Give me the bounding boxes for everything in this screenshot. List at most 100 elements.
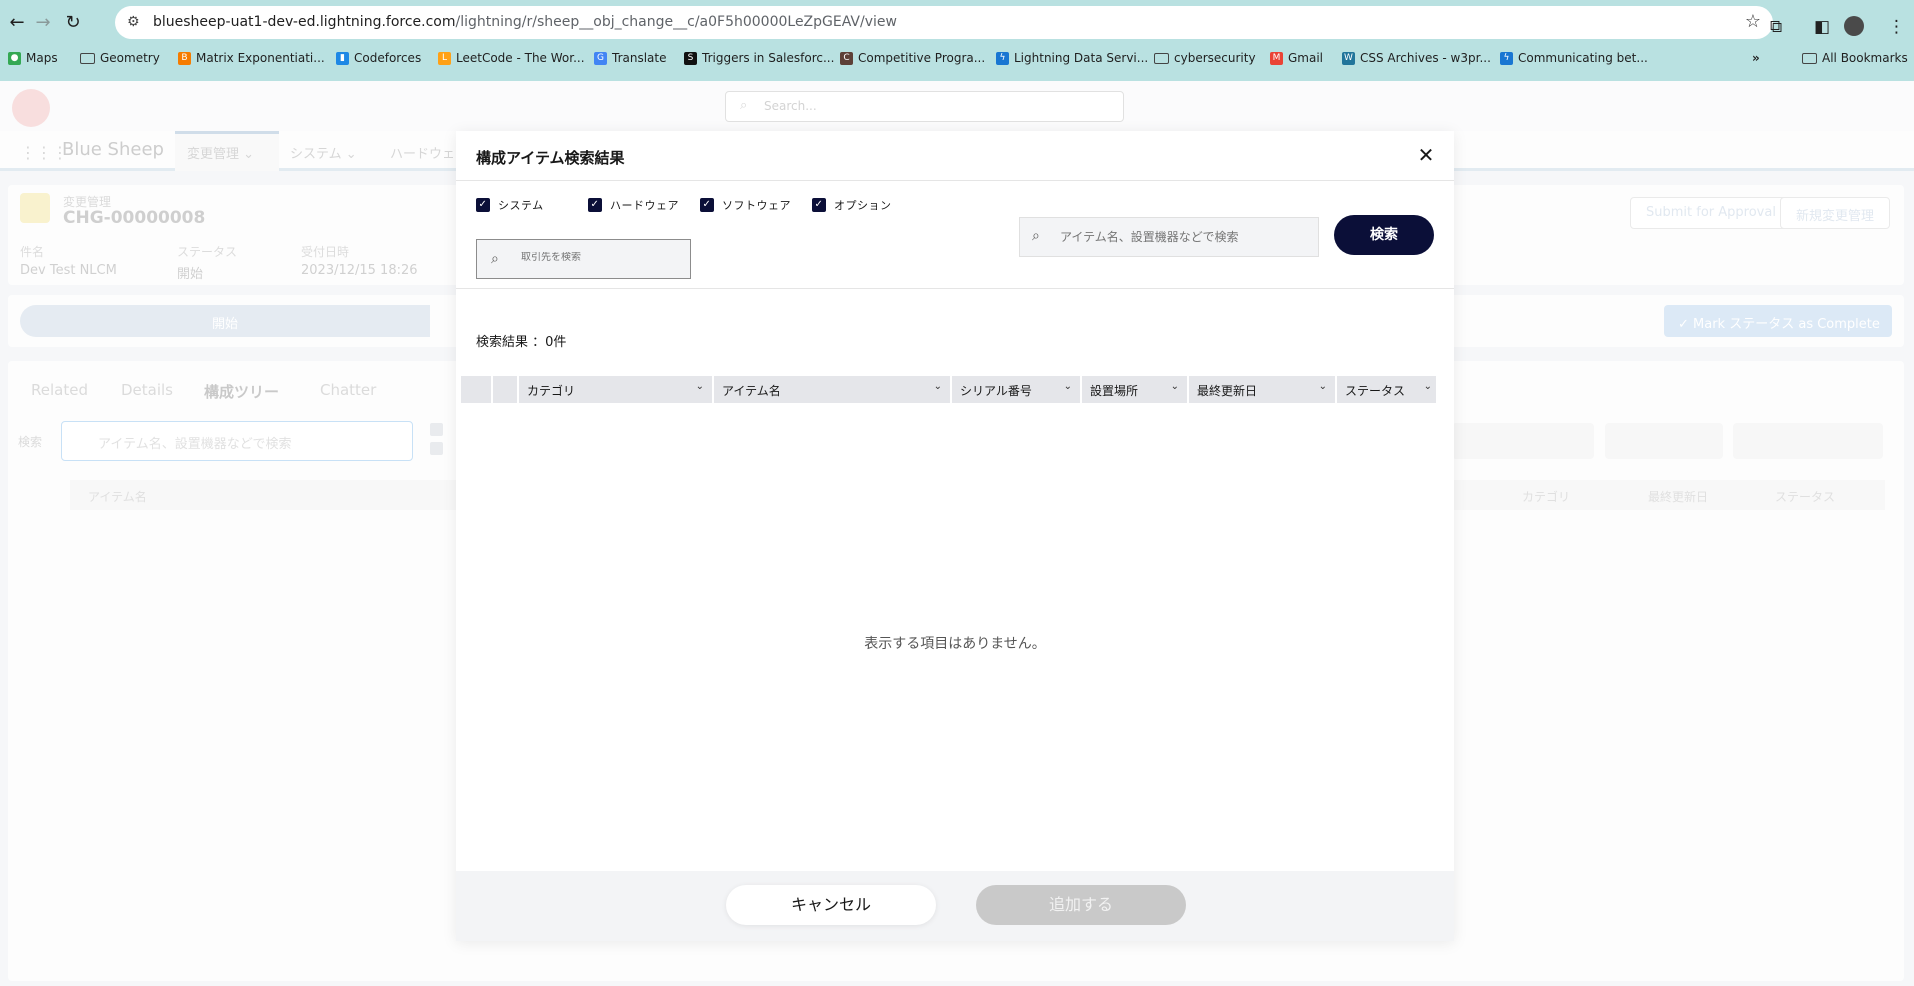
bookmark-matrix[interactable]: B Matrix Exponentiati... bbox=[178, 51, 325, 65]
add-button[interactable]: 追加する bbox=[976, 885, 1186, 925]
bookmark-triggers[interactable]: S Triggers in Salesforc... bbox=[684, 51, 834, 65]
folder-icon bbox=[80, 52, 95, 64]
bookmark-competitive[interactable]: C Competitive Progra... bbox=[840, 51, 985, 65]
row-number-column bbox=[461, 376, 493, 403]
checkbox-hardware[interactable]: ✓ ハードウェア bbox=[588, 197, 679, 213]
bookmark-label: Communicating bet... bbox=[1518, 51, 1648, 65]
bookmark-lightning[interactable]: ϟ Lightning Data Servi... bbox=[996, 51, 1148, 65]
item-search-input[interactable] bbox=[1060, 230, 1310, 244]
result-count: 検索結果 ：0件 bbox=[476, 335, 567, 350]
chevron-down-icon[interactable]: ⌄ bbox=[1424, 381, 1432, 392]
bookmark-css[interactable]: W CSS Archives - w3pr... bbox=[1342, 51, 1491, 65]
bookmark-codeforces[interactable]: ▮ Codeforces bbox=[336, 51, 421, 65]
maps-icon: ● bbox=[8, 51, 21, 65]
bookmark-label: Codeforces bbox=[354, 51, 422, 65]
bookmark-label: Triggers in Salesforc... bbox=[702, 51, 835, 65]
folder-icon bbox=[1802, 52, 1817, 64]
address-bar[interactable]: ⚙ bluesheep-uat1-dev-ed.lightning.force.… bbox=[115, 6, 1773, 39]
lightning-icon: ϟ bbox=[996, 51, 1009, 65]
bookmark-geometry[interactable]: Geometry bbox=[80, 51, 160, 65]
column-label: 最終更新日 bbox=[1197, 384, 1258, 398]
cc-icon: C bbox=[840, 51, 853, 65]
forward-icon[interactable]: → bbox=[30, 10, 56, 36]
bookmark-translate[interactable]: G Translate bbox=[594, 51, 667, 65]
bookmark-cybersecurity[interactable]: cybersecurity bbox=[1154, 51, 1256, 65]
gmail-icon: M bbox=[1270, 51, 1283, 65]
bookmark-gmail[interactable]: M Gmail bbox=[1270, 51, 1323, 65]
bookmark-leetcode[interactable]: L LeetCode - The Wor... bbox=[438, 51, 585, 65]
bookmark-label: Geometry bbox=[100, 51, 160, 65]
checkbox-checked-icon[interactable]: ✓ bbox=[476, 198, 490, 212]
filter-section: ✓ システム ✓ ハードウェア ✓ ソフトウェア ✓ オプション ⌕ ⌕ 検索 bbox=[456, 181, 1454, 289]
side-panel-icon[interactable]: ◧ bbox=[1814, 17, 1830, 37]
column-location[interactable]: 設置場所 ⌄ bbox=[1082, 376, 1189, 403]
bookmark-label: CSS Archives - w3pr... bbox=[1360, 51, 1491, 65]
bookmark-star-icon[interactable]: ☆ bbox=[1745, 11, 1761, 32]
checkbox-label: オプション bbox=[834, 199, 892, 212]
column-last-modified[interactable]: 最終更新日 ⌄ bbox=[1189, 376, 1337, 403]
site-info-icon[interactable]: ⚙ bbox=[127, 14, 140, 30]
search-icon: ⌕ bbox=[1032, 228, 1040, 244]
extensions-icon[interactable]: ⧉ bbox=[1770, 17, 1782, 37]
checkbox-checked-icon[interactable]: ✓ bbox=[588, 198, 602, 212]
chevron-down-icon[interactable]: ⌄ bbox=[934, 381, 942, 392]
bookmark-label: Lightning Data Servi... bbox=[1014, 51, 1149, 65]
lightning-icon: ϟ bbox=[1500, 51, 1513, 65]
select-column[interactable] bbox=[493, 376, 519, 403]
bookmark-label: Competitive Progra... bbox=[858, 51, 986, 65]
account-search-field[interactable]: ⌕ bbox=[476, 239, 691, 279]
checkbox-checked-icon[interactable]: ✓ bbox=[812, 198, 826, 212]
checkbox-system[interactable]: ✓ システム bbox=[476, 197, 544, 213]
checkbox-option[interactable]: ✓ オプション bbox=[812, 197, 892, 213]
chevron-down-icon[interactable]: ⌄ bbox=[1171, 381, 1179, 392]
leetcode-icon: L bbox=[438, 51, 451, 65]
bookmark-label: All Bookmarks bbox=[1822, 51, 1908, 65]
search-button[interactable]: 検索 bbox=[1334, 215, 1434, 255]
wordpress-icon: W bbox=[1342, 51, 1355, 65]
reload-icon[interactable]: ↻ bbox=[60, 10, 86, 36]
url-text: bluesheep-uat1-dev-ed.lightning.force.co… bbox=[153, 14, 897, 30]
profile-avatar[interactable] bbox=[1844, 16, 1864, 36]
bookmark-communicating[interactable]: ϟ Communicating bet... bbox=[1500, 51, 1648, 65]
bookmark-label: LeetCode - The Wor... bbox=[456, 51, 585, 65]
close-icon[interactable]: ✕ bbox=[1414, 143, 1438, 167]
search-icon: ⌕ bbox=[491, 251, 499, 267]
checkbox-label: ソフトウェア bbox=[722, 199, 791, 212]
browser-chrome: ← → ↻ ⚙ bluesheep-uat1-dev-ed.lightning.… bbox=[0, 0, 1914, 81]
chevron-down-icon[interactable]: ⌄ bbox=[1319, 381, 1327, 392]
column-item-name[interactable]: アイテム名 ⌄ bbox=[714, 376, 952, 403]
menu-icon[interactable]: ⋮ bbox=[1888, 17, 1905, 37]
blogger-icon: B bbox=[178, 51, 191, 65]
config-item-search-modal: 構成アイテム検索結果 ✕ ✓ システム ✓ ハードウェア ✓ ソフトウェア ✓ オプショ… bbox=[456, 131, 1454, 941]
bookmark-label: cybersecurity bbox=[1174, 51, 1256, 65]
bookmark-label: Gmail bbox=[1288, 51, 1324, 65]
bookmarks-bar: ● Maps Geometry B Matrix Exponentiati... ▮… bbox=[0, 46, 1914, 74]
account-search-input[interactable] bbox=[521, 252, 681, 263]
extension-icons: ⧉ ◧ ⋮ bbox=[1770, 12, 1905, 42]
bookmark-label: Matrix Exponentiati... bbox=[196, 51, 325, 65]
checkbox-label: ハードウェア bbox=[610, 199, 679, 212]
more-bookmarks-icon[interactable]: » bbox=[1752, 51, 1760, 65]
bookmark-maps[interactable]: ● Maps bbox=[8, 51, 58, 65]
chevron-down-icon[interactable]: ⌄ bbox=[1064, 381, 1072, 392]
checkbox-checked-icon[interactable]: ✓ bbox=[700, 198, 714, 212]
column-label: カテゴリ bbox=[527, 384, 576, 398]
modal-title: 構成アイテム検索結果 bbox=[476, 149, 625, 167]
chevron-down-icon[interactable]: ⌄ bbox=[696, 381, 704, 392]
back-icon[interactable]: ← bbox=[4, 10, 30, 36]
bookmark-label: Maps bbox=[26, 51, 58, 65]
cancel-button[interactable]: キャンセル bbox=[726, 885, 936, 925]
empty-state-message: 表示する項目はありません。 bbox=[864, 636, 1046, 652]
column-serial-number[interactable]: シリアル番号 ⌄ bbox=[952, 376, 1082, 403]
modal-header: 構成アイテム検索結果 ✕ bbox=[456, 131, 1454, 181]
checkbox-software[interactable]: ✓ ソフトウェア bbox=[700, 197, 791, 213]
column-category[interactable]: カテゴリ ⌄ bbox=[519, 376, 714, 403]
item-search-field[interactable]: ⌕ bbox=[1019, 217, 1319, 257]
translate-icon: G bbox=[594, 51, 607, 65]
column-status[interactable]: ステータス ⌄ bbox=[1337, 376, 1436, 403]
all-bookmarks[interactable]: All Bookmarks bbox=[1802, 51, 1908, 65]
checkbox-label: システム bbox=[498, 199, 544, 212]
s-icon: S bbox=[684, 51, 697, 65]
modal-footer: キャンセル 追加する bbox=[456, 871, 1454, 941]
browser-toolbar: ← → ↻ ⚙ bluesheep-uat1-dev-ed.lightning.… bbox=[0, 6, 1914, 39]
